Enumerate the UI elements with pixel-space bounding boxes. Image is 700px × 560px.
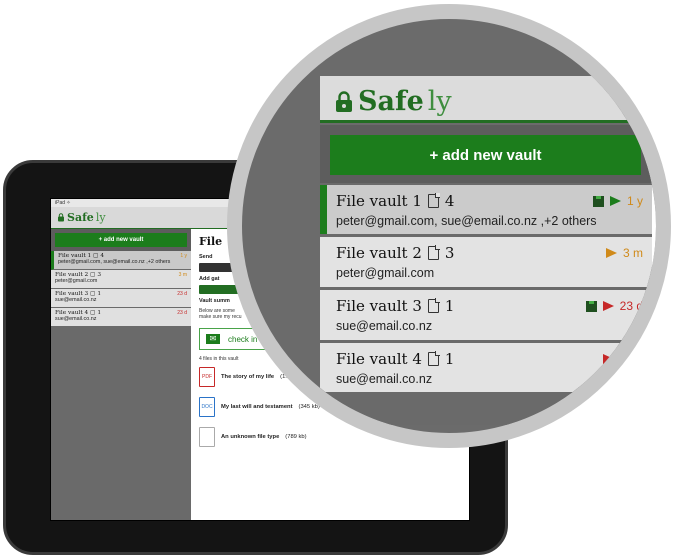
vault-item[interactable]: File vault 3 1 sue@email.co.nz 23 d [320, 290, 652, 340]
vault-item[interactable]: File vault 1 ▢ 4 peter@gmail.com, sue@em… [51, 251, 191, 270]
vault-time: 23 d [177, 310, 187, 316]
vault-name: File vault 3 [336, 297, 422, 315]
vault-file-count: 4 [444, 192, 455, 210]
envelope-icon: ✉ [206, 334, 220, 344]
file-size: (789 kb) [285, 434, 307, 440]
vault-title: File vault 4 1 [336, 350, 643, 368]
logo-light: ly [95, 211, 106, 224]
magnified-view: Safe ly + add new vault File vault 1 4 pe… [242, 19, 656, 433]
document-icon [427, 298, 440, 313]
pdf-file-icon: PDF [199, 367, 215, 387]
vault-name: File vault 4 [336, 350, 422, 368]
vault-emails: sue@email.co.nz [55, 316, 97, 322]
vault-item[interactable]: File vault 4 ▢ 1 sue@email.co.nz 23 d [51, 308, 191, 327]
vault-name: File vault 1 [336, 192, 422, 210]
document-icon [427, 245, 440, 260]
vault-meta: 3 m [605, 246, 643, 260]
add-vault-bar: + add new vault [51, 229, 191, 251]
vault-item[interactable]: File vault 2 ▢ 3 peter@gmail.com 3 m [51, 270, 191, 289]
logo-main: Safe [67, 211, 94, 224]
vault-emails: peter@gmail.com, sue@email.co.nz ,+2 oth… [336, 214, 597, 228]
gatekeeper-icon [585, 300, 597, 312]
vault-item[interactable]: File vault 1 4 peter@gmail.com, sue@emai… [320, 185, 652, 234]
vault-time: 23 d [177, 291, 187, 297]
lock-icon [336, 90, 352, 112]
vault-title: File vault 2 3 [336, 244, 643, 262]
vault-file-count: 3 [444, 244, 455, 262]
send-arrow-icon [605, 248, 617, 258]
document-icon [427, 193, 440, 208]
vault-meta: 23 d [602, 352, 643, 366]
app-header: Safe ly [320, 76, 656, 123]
vault-meta: 1 y [592, 194, 643, 208]
vault-time: 23 d [619, 352, 643, 366]
add-vault-button[interactable]: + add new vault [330, 135, 641, 175]
send-arrow-icon [602, 354, 614, 364]
vault-time: 23 d [619, 299, 643, 313]
vault-name: File vault 2 [336, 244, 422, 262]
send-arrow-icon [609, 196, 621, 206]
doc-file-icon: DOC [199, 397, 215, 417]
vault-sidebar: + add new vault File vault 1 ▢ 4 peter@g… [51, 229, 191, 520]
vault-item[interactable]: File vault 4 1 sue@email.co.nz 23 d [320, 343, 652, 392]
detail-panel-fragment: – Se ✕ Ad [652, 125, 656, 425]
lock-icon [58, 213, 64, 222]
vault-emails: peter@gmail.com, sue@email.co.nz ,+2 oth… [58, 259, 171, 265]
vault-time: 1 y [180, 253, 187, 259]
vault-emails: peter@gmail.com [55, 278, 98, 284]
vault-emails: sue@email.co.nz [336, 319, 433, 333]
vault-item[interactable]: File vault 2 3 peter@gmail.com 3 m [320, 237, 652, 287]
send-arrow-icon [602, 301, 614, 311]
vault-emails: peter@gmail.com [336, 266, 435, 280]
document-icon [427, 351, 440, 366]
logo-main: Safe [358, 86, 424, 117]
vault-time: 3 m [178, 272, 187, 278]
vault-meta: 23 d [585, 299, 643, 313]
vault-time: 1 y [626, 194, 643, 208]
add-vault-button[interactable]: + add new vault [55, 233, 187, 247]
vault-file-count: 1 [444, 297, 455, 315]
gatekeeper-icon [592, 195, 604, 207]
logo-light: ly [427, 86, 452, 117]
generic-file-icon [199, 427, 215, 447]
file-name: An unknown file type [221, 434, 280, 440]
magnifier-lens: Safe ly + add new vault File vault 1 4 pe… [227, 4, 671, 448]
vault-emails: sue@email.co.nz [336, 372, 433, 386]
vault-emails: sue@email.co.nz [55, 297, 97, 303]
app-logo[interactable]: Safe ly [334, 86, 452, 117]
vault-time: 3 m [622, 246, 643, 260]
app-logo[interactable]: Safe ly [57, 211, 106, 224]
vault-item[interactable]: File vault 3 ▢ 1 sue@email.co.nz 23 d [51, 289, 191, 308]
vault-file-count: 1 [444, 350, 455, 368]
